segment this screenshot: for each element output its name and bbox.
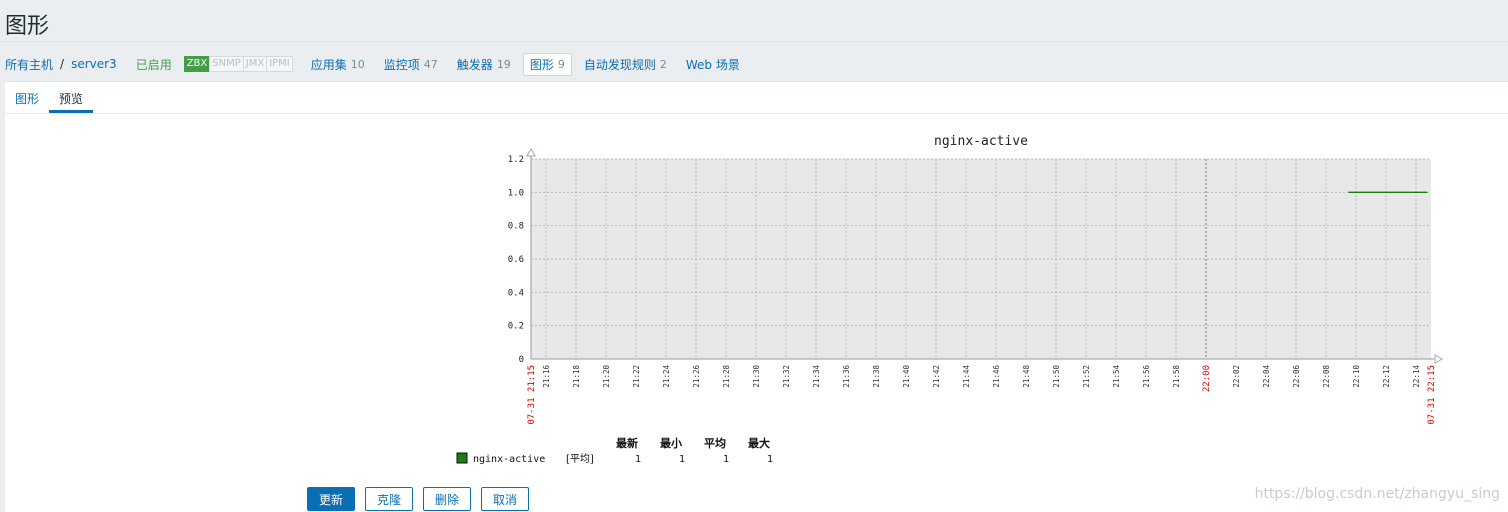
x-tick-label: 21:36 [842,365,851,388]
y-tick-label: 1.2 [508,155,524,165]
nav-items-link[interactable]: 监控项 [384,56,420,73]
items-count: 47 [423,57,438,71]
x-tick-label: 21:22 [632,365,641,388]
host-navigation: 所有主机 / server3 已启用 ZBX SNMP JMX IPMI 应用集… [5,52,759,76]
x-tick-label: 22:10 [1352,365,1361,388]
x-tick-label: 21:58 [1172,365,1181,388]
legend-series-name: nginx-active [473,454,545,465]
form-tabs: 图形 预览 [5,82,1508,114]
legend-value: 1 [679,454,685,465]
breadcrumb-all-hosts[interactable]: 所有主机 [5,56,53,73]
x-tick-label: 21:20 [602,365,611,388]
update-button[interactable]: 更新 [307,487,356,511]
x-tick-label: 22:08 [1322,365,1331,388]
x-tick-label: 21:18 [572,365,581,388]
x-tick-label: 22:06 [1292,365,1301,388]
jmx-badge: JMX [242,56,268,72]
nav-web: Web 场景 [686,56,740,73]
nav-discovery-link[interactable]: 自动发现规则 [584,56,656,73]
y-axis-arrow [526,147,536,157]
legend-header: 最大 [748,436,770,450]
x-tick-label: 21:54 [1112,365,1121,388]
legend-value: 1 [723,454,729,465]
graphs-count: 9 [557,57,565,71]
breadcrumb-host[interactable]: server3 [71,57,117,71]
x-tick-label: 22:12 [1382,365,1391,388]
x-tick-label: 21:50 [1052,365,1061,388]
legend-value: 1 [767,454,773,465]
legend-header: 平均 [704,436,726,450]
nav-triggers: 触发器 19 [457,56,511,73]
x-tick-label: 07-31 22:15 [1427,365,1437,425]
form-buttons: 更新 克隆 删除 取消 [307,487,539,511]
nav-graphs-link[interactable]: 图形 [530,56,554,73]
x-tick-label: 22:00 [1202,365,1212,392]
y-tick-label: 0.6 [508,255,524,265]
nav-applications: 应用集 10 [311,56,365,73]
x-tick-label: 21:56 [1142,365,1151,388]
nav-triggers-link[interactable]: 触发器 [457,56,493,73]
y-tick-label: 0 [519,355,524,365]
y-tick-label: 0.8 [508,222,524,232]
x-tick-label: 21:48 [1022,365,1031,388]
availability-badges: ZBX SNMP JMX IPMI [183,56,293,72]
legend-value: 1 [635,454,641,465]
watermark: https://blog.csdn.net/zhangyu_sing [1254,486,1500,502]
nav-graphs: 图形 9 [522,52,572,76]
x-tick-label: 21:28 [722,365,731,388]
x-tick-label: 21:32 [782,365,791,388]
x-axis-arrow [1434,354,1444,364]
y-tick-label: 1.0 [508,188,524,198]
ipmi-badge: IPMI [266,56,293,72]
x-tick-label: 21:34 [812,365,821,388]
x-tick-label: 07-31 21:15 [527,365,537,425]
graph-preview-chart: 0 0.2 0.4 0.6 0.8 1.0 1.2 07-31 21:15 21:16 21:18… [456,134,1444,465]
cancel-button[interactable]: 取消 [481,487,530,511]
active-tab-indicator [49,110,93,113]
nav-items: 监控项 47 [384,56,438,73]
applications-count: 10 [350,57,365,71]
zbx-badge: ZBX [183,56,211,72]
nav-applications-link[interactable]: 应用集 [311,56,347,73]
tab-preview[interactable]: 预览 [59,90,83,107]
snmp-badge: SNMP [209,56,244,72]
x-tick-label: 21:40 [902,365,911,388]
breadcrumb-separator: / [60,57,65,71]
y-tick-label: 0.4 [508,288,524,298]
clone-button[interactable]: 克隆 [365,487,414,511]
legend-swatch [456,452,468,464]
triggers-count: 19 [496,57,511,71]
legend-function: [平均] [566,453,594,465]
nav-web-link[interactable]: Web 场景 [686,56,740,73]
x-tick-label: 22:02 [1232,365,1241,388]
host-status[interactable]: 已启用 [136,56,172,73]
x-tick-label: 21:30 [752,365,761,388]
x-tick-label: 21:46 [992,365,1001,388]
tab-graph[interactable]: 图形 [15,90,39,107]
x-tick-label: 21:24 [662,365,671,388]
chart-title: nginx-active [934,134,1028,149]
x-tick-label: 21:26 [692,365,701,388]
legend-header: 最新 [616,436,638,450]
delete-button[interactable]: 删除 [423,487,472,511]
y-tick-label: 0.2 [508,322,524,332]
discovery-count: 2 [659,57,667,71]
x-tick-label: 21:52 [1082,365,1091,388]
x-tick-label: 21:42 [932,365,941,388]
header-divider [0,41,1508,42]
nav-discovery: 自动发现规则 2 [584,56,667,73]
x-tick-label: 22:14 [1412,365,1421,388]
x-tick-label: 21:44 [962,365,971,388]
x-tick-label: 21:16 [542,365,551,388]
x-tick-label: 22:04 [1262,365,1271,388]
x-tick-label: 21:38 [872,365,881,388]
legend-header: 最小 [660,436,682,450]
page-title: 图形 [5,14,50,39]
graph-form-card: 图形 预览 0 0.2 0.4 0.6 0.8 1.0 1.2 07-31 21:15 21:1… [5,81,1508,512]
